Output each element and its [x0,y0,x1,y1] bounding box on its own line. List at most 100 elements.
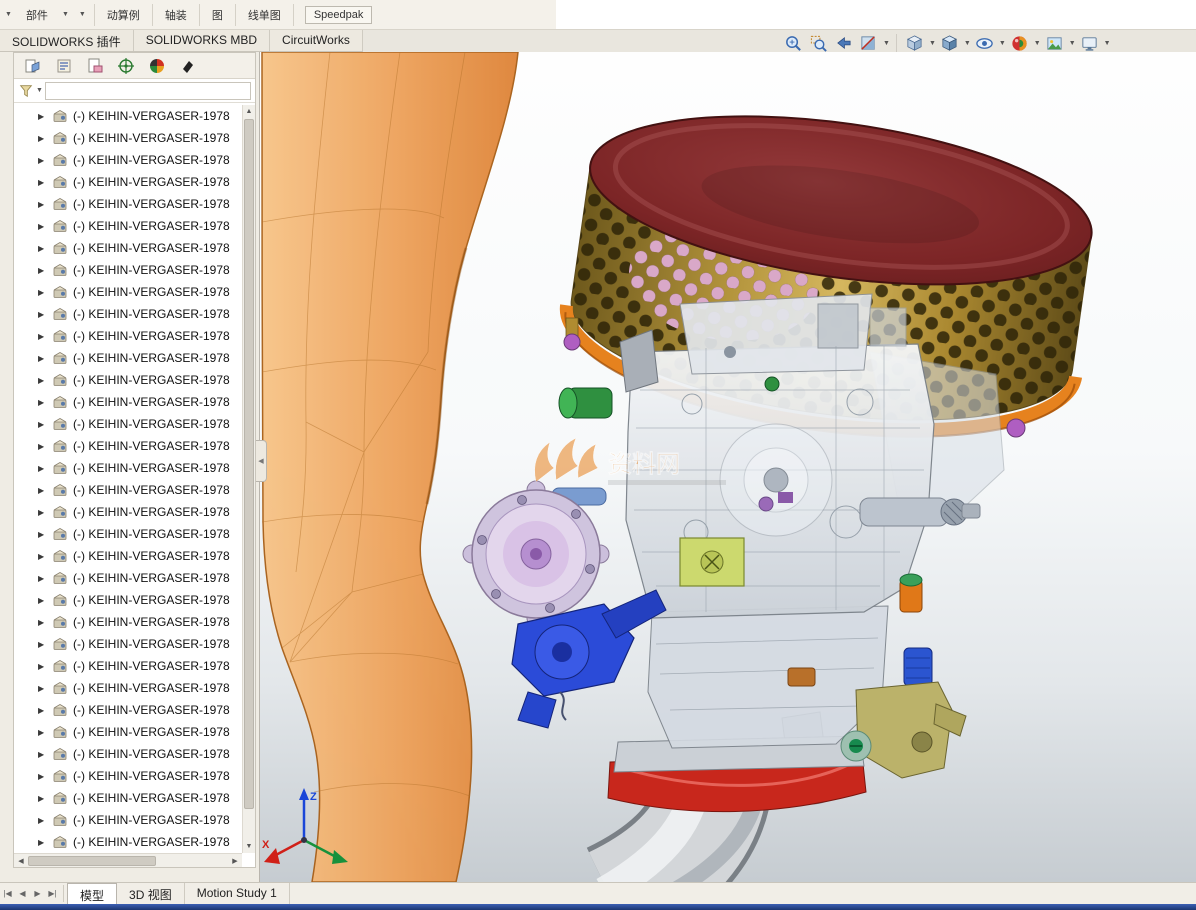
featuremanager-tab-icon[interactable] [24,57,42,75]
expand-arrow-icon[interactable]: ▶ [38,398,52,407]
tree-item[interactable]: ▶(-) KEIHIN-VERGASER-1978 [14,501,242,523]
expand-arrow-icon[interactable]: ▶ [38,508,52,517]
scroll-left-icon[interactable]: ◀ [14,857,28,865]
dimxpertmanager-tab-icon[interactable] [117,57,135,75]
expand-arrow-icon[interactable]: ▶ [38,530,52,539]
pane-extra-icon[interactable] [179,57,197,75]
expand-arrow-icon[interactable]: ▶ [38,178,52,187]
chevron-down-icon[interactable]: ▼ [929,40,936,47]
expand-arrow-icon[interactable]: ▶ [38,552,52,561]
scroll-down-icon[interactable]: ▼ [243,840,255,853]
chevron-down-icon[interactable]: ▼ [999,40,1006,47]
view-settings-icon[interactable] [1078,33,1101,54]
expand-arrow-icon[interactable]: ▶ [38,728,52,737]
configurationmanager-tab-icon[interactable] [86,57,104,75]
expand-arrow-icon[interactable]: ▶ [38,486,52,495]
expand-arrow-icon[interactable]: ▶ [38,464,52,473]
tree-item[interactable]: ▶(-) KEIHIN-VERGASER-1978 [14,721,242,743]
expand-arrow-icon[interactable]: ▶ [38,266,52,275]
expand-arrow-icon[interactable]: ▶ [38,442,52,451]
ribbon-button-schematic[interactable]: 线单图 [248,7,281,23]
tree-item[interactable]: ▶(-) KEIHIN-VERGASER-1978 [14,237,242,259]
scrollbar-thumb[interactable] [28,856,156,866]
chevron-down-icon[interactable]: ▼ [1069,40,1076,47]
tree-item[interactable]: ▶(-) KEIHIN-VERGASER-1978 [14,193,242,215]
tree-item[interactable]: ▶(-) KEIHIN-VERGASER-1978 [14,479,242,501]
chevron-down-icon[interactable]: ▼ [62,11,69,18]
tab-scroll-next-icon[interactable]: ▶ [30,883,45,904]
expand-arrow-icon[interactable]: ▶ [38,662,52,671]
chevron-down-icon[interactable]: ▼ [1104,40,1111,47]
filter-funnel-icon[interactable] [18,83,34,99]
expand-arrow-icon[interactable]: ▶ [38,310,52,319]
expand-arrow-icon[interactable]: ▶ [38,618,52,627]
scrollbar-thumb[interactable] [244,119,254,809]
tree-item[interactable]: ▶(-) KEIHIN-VERGASER-1978 [14,831,242,853]
expand-arrow-icon[interactable]: ▶ [38,750,52,759]
tree-item[interactable]: ▶(-) KEIHIN-VERGASER-1978 [14,303,242,325]
expand-arrow-icon[interactable]: ▶ [38,684,52,693]
chevron-down-icon[interactable]: ▼ [964,40,971,47]
expand-arrow-icon[interactable]: ▶ [38,156,52,165]
tree-item[interactable]: ▶(-) KEIHIN-VERGASER-1978 [14,369,242,391]
orange-cowl-part[interactable] [262,52,518,882]
expand-arrow-icon[interactable]: ▶ [38,596,52,605]
expand-arrow-icon[interactable]: ▶ [38,706,52,715]
tree-item[interactable]: ▶(-) KEIHIN-VERGASER-1978 [14,545,242,567]
expand-arrow-icon[interactable]: ▶ [38,222,52,231]
tree-item[interactable]: ▶(-) KEIHIN-VERGASER-1978 [14,677,242,699]
tree-item[interactable]: ▶(-) KEIHIN-VERGASER-1978 [14,589,242,611]
zoom-to-fit-icon[interactable] [782,33,805,54]
ribbon-button-assembly[interactable]: 轴装 [165,7,187,23]
tree-item[interactable]: ▶(-) KEIHIN-VERGASER-1978 [14,633,242,655]
tree-item[interactable]: ▶(-) KEIHIN-VERGASER-1978 [14,127,242,149]
expand-arrow-icon[interactable]: ▶ [38,244,52,253]
chevron-down-icon[interactable]: ▼ [1034,40,1041,47]
previous-view-icon[interactable] [832,33,855,54]
tab-scroll-prev-icon[interactable]: ◀ [15,883,30,904]
tree-item[interactable]: ▶(-) KEIHIN-VERGASER-1978 [14,259,242,281]
section-view-icon[interactable] [857,33,880,54]
chevron-down-icon[interactable]: ▼ [36,87,43,94]
expand-arrow-icon[interactable]: ▶ [38,332,52,341]
tab-model[interactable]: 模型 [67,883,117,904]
tree-item[interactable]: ▶(-) KEIHIN-VERGASER-1978 [14,699,242,721]
zoom-to-area-icon[interactable] [807,33,830,54]
chevron-down-icon[interactable]: ▼ [5,11,12,18]
tab-3d-views[interactable]: 3D 视图 [117,883,185,904]
tree-filter-input[interactable] [45,82,251,100]
ribbon-button-speedpak[interactable]: Speedpak [305,6,373,24]
tree-item[interactable]: ▶(-) KEIHIN-VERGASER-1978 [14,435,242,457]
tree-item[interactable]: ▶(-) KEIHIN-VERGASER-1978 [14,391,242,413]
tree-item[interactable]: ▶(-) KEIHIN-VERGASER-1978 [14,655,242,677]
tree-item[interactable]: ▶(-) KEIHIN-VERGASER-1978 [14,611,242,633]
expand-arrow-icon[interactable]: ▶ [38,288,52,297]
tree-vertical-scrollbar[interactable]: ▲ ▼ [242,105,255,853]
tree-item[interactable]: ▶(-) KEIHIN-VERGASER-1978 [14,215,242,237]
tree-item[interactable]: ▶(-) KEIHIN-VERGASER-1978 [14,171,242,193]
expand-arrow-icon[interactable]: ▶ [38,838,52,847]
tree-item[interactable]: ▶(-) KEIHIN-VERGASER-1978 [14,281,242,303]
expand-arrow-icon[interactable]: ▶ [38,112,52,121]
tab-scroll-first-icon[interactable]: |◀ [0,883,15,904]
chevron-down-icon[interactable]: ▼ [79,11,86,18]
hide-show-items-icon[interactable] [973,33,996,54]
apply-scene-icon[interactable] [1043,33,1066,54]
displaymanager-tab-icon[interactable] [148,57,166,75]
expand-arrow-icon[interactable]: ▶ [38,420,52,429]
tree-item[interactable]: ▶(-) KEIHIN-VERGASER-1978 [14,743,242,765]
tree-item[interactable]: ▶(-) KEIHIN-VERGASER-1978 [14,457,242,479]
expand-arrow-icon[interactable]: ▶ [38,772,52,781]
tab-motion-study-1[interactable]: Motion Study 1 [185,883,290,904]
ribbon-tab-solidworks-addins[interactable]: SOLIDWORKS 插件 [0,30,134,51]
edit-appearance-icon[interactable] [1008,33,1031,54]
expand-arrow-icon[interactable]: ▶ [38,640,52,649]
scroll-right-icon[interactable]: ▶ [228,857,242,865]
ribbon-tab-circuitworks[interactable]: CircuitWorks [270,30,363,51]
panel-splitter-handle[interactable]: ◀ [256,440,267,482]
graphics-viewport[interactable]: 资料网 Z X [260,52,1196,882]
expand-arrow-icon[interactable]: ▶ [38,376,52,385]
tree-item[interactable]: ▶(-) KEIHIN-VERGASER-1978 [14,567,242,589]
chevron-down-icon[interactable]: ▼ [883,40,890,47]
ribbon-button-drawing[interactable]: 图 [212,7,223,23]
